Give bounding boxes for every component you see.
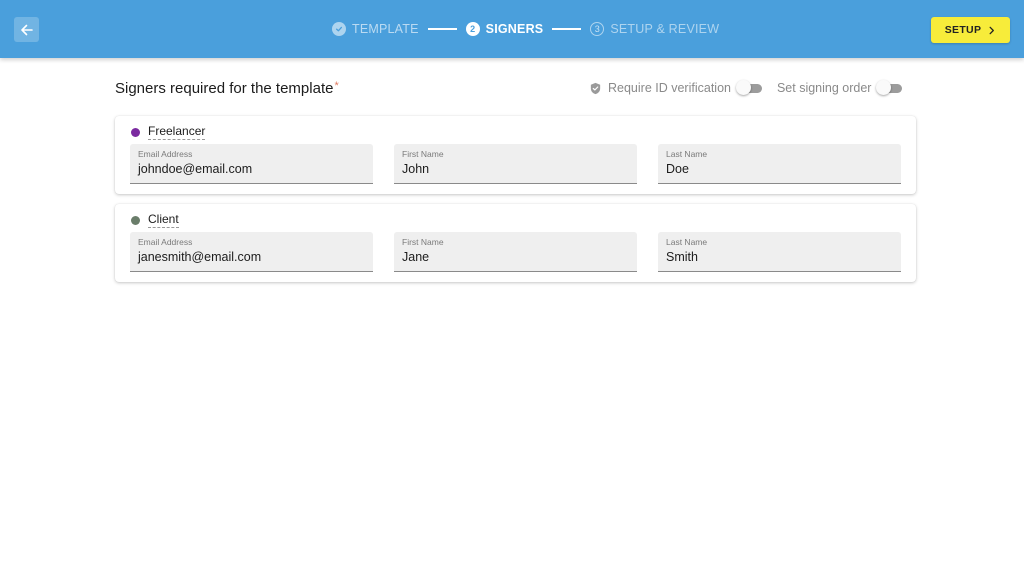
field-label: Email Address (138, 149, 193, 159)
last-name-field[interactable]: Last Name Doe (658, 144, 901, 184)
field-label: Email Address (138, 237, 193, 247)
step-number: 2 (465, 22, 480, 36)
chevron-right-icon (989, 26, 995, 34)
shield-check-icon (590, 82, 601, 94)
field-label: First Name (402, 237, 444, 247)
required-mark: * (334, 80, 339, 92)
role-label: Freelancer (148, 124, 206, 140)
step-label: TEMPLATE (352, 22, 419, 36)
toggle-knob (735, 80, 751, 95)
id-verification-label: Require ID verification (608, 81, 731, 95)
email-field[interactable]: Email Address johndoe@email.com (130, 144, 373, 184)
signer-card-client: Client Email Address janesmith@email.com… (115, 204, 916, 282)
arrow-left-icon (20, 24, 33, 35)
field-label: Last Name (666, 237, 708, 247)
step-setup-review[interactable]: 3 SETUP & REVIEW (590, 22, 719, 36)
step-number: 3 (590, 22, 605, 36)
step-label: SIGNERS (485, 22, 544, 36)
stepper: TEMPLATE 2 SIGNERS 3 SETUP & REVIEW (332, 20, 719, 38)
first-name-field[interactable]: First Name John (394, 144, 637, 184)
field-value: johndoe@email.com (138, 162, 253, 176)
role-color-dot (131, 215, 140, 225)
back-button[interactable] (14, 17, 39, 42)
field-value: John (402, 162, 430, 176)
signer-card-freelancer: Freelancer Email Address johndoe@email.c… (115, 116, 916, 194)
step-connector (427, 28, 457, 30)
signing-order-option: Set signing order (777, 80, 903, 96)
field-value: Jane (402, 250, 430, 264)
email-field[interactable]: Email Address janesmith@email.com (130, 232, 373, 272)
signing-order-label: Set signing order (776, 81, 872, 95)
step-label: SETUP & REVIEW (610, 22, 720, 36)
setup-button-label: SETUP (944, 24, 982, 36)
first-name-field[interactable]: First Name Jane (394, 232, 637, 272)
check-icon (332, 22, 346, 36)
id-verification-toggle[interactable] (735, 80, 762, 96)
field-label: First Name (402, 149, 444, 159)
step-connector (552, 28, 582, 30)
step-signers[interactable]: 2 SIGNERS (465, 22, 544, 36)
top-bar: TEMPLATE 2 SIGNERS 3 SETUP & REVIEW SETU… (0, 0, 1024, 58)
last-name-field[interactable]: Last Name Smith (658, 232, 901, 272)
id-verification-option: Require ID verification (589, 80, 762, 96)
step-template[interactable]: TEMPLATE (332, 22, 419, 36)
role-label: Client (148, 212, 179, 228)
signing-order-toggle[interactable] (876, 80, 903, 96)
field-label: Last Name (666, 149, 708, 159)
signer-role[interactable]: Freelancer (131, 124, 206, 140)
field-value: janesmith@email.com (138, 250, 262, 264)
page-title-text: Signers required for the template (115, 80, 334, 97)
signer-role[interactable]: Client (131, 212, 179, 228)
setup-button[interactable]: SETUP (931, 17, 1010, 43)
field-value: Doe (666, 162, 689, 176)
role-color-dot (131, 127, 140, 137)
signer-options: Require ID verification Set signing orde… (589, 80, 903, 96)
field-value: Smith (666, 250, 698, 264)
page-title: Signers required for the template* (115, 80, 339, 97)
